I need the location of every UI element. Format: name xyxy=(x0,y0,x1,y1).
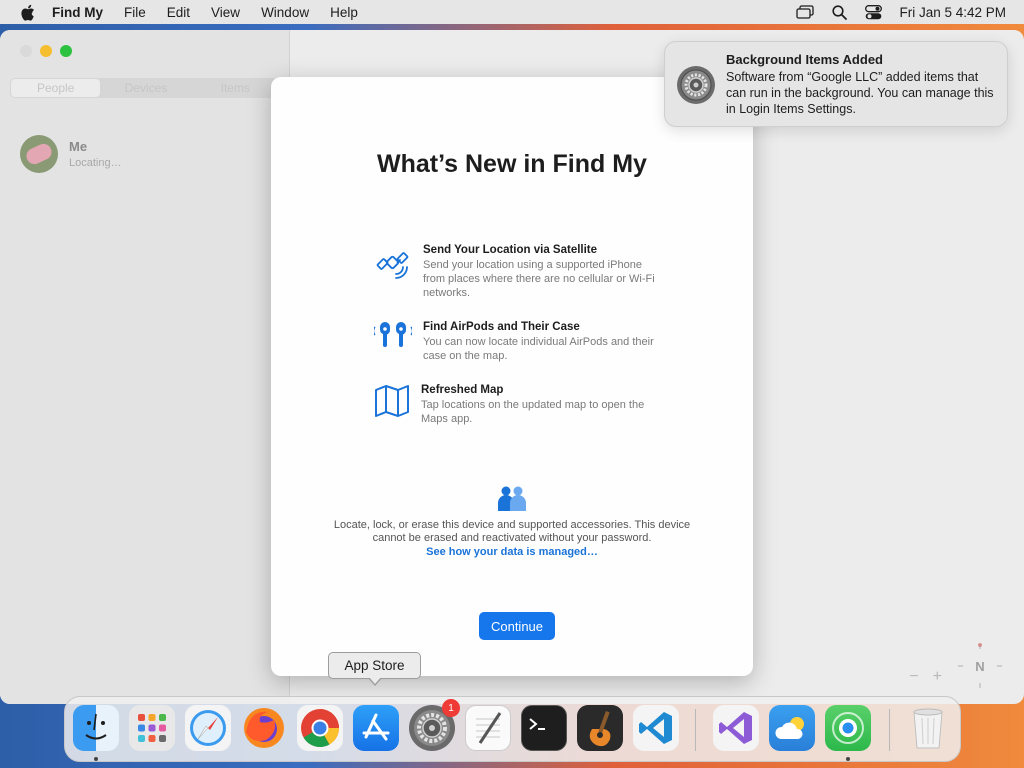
map-zoom-controls: − + xyxy=(909,668,942,686)
tooltip-pointer-fill xyxy=(369,677,381,684)
dock-vscode-icon[interactable] xyxy=(633,705,679,751)
dock-terminal-icon[interactable] xyxy=(521,705,567,751)
menu-app-name[interactable]: Find My xyxy=(52,5,103,20)
feature-description: Send your location using a supported iPh… xyxy=(423,259,655,299)
dock-visual-studio-icon[interactable] xyxy=(713,705,759,751)
menu-view[interactable]: View xyxy=(211,5,240,20)
continue-button[interactable]: Continue xyxy=(479,612,555,640)
feature-description: You can now locate individual AirPods an… xyxy=(423,336,654,362)
dock-textedit-icon[interactable] xyxy=(465,705,511,751)
list-item-me[interactable]: Me Locating… xyxy=(20,135,122,173)
dock-find-my-icon[interactable] xyxy=(825,705,871,751)
background-items-notification[interactable]: Background Items Added Software from “Go… xyxy=(664,41,1008,127)
map-icon xyxy=(374,384,410,424)
person-status: Locating… xyxy=(69,157,122,169)
sidebar: People Devices Items Me Locating… xyxy=(0,30,290,704)
tab-devices[interactable]: Devices xyxy=(101,78,190,98)
sidebar-segmented-control: People Devices Items xyxy=(10,78,280,98)
apple-menu-icon[interactable] xyxy=(19,4,36,21)
running-indicator xyxy=(846,757,850,761)
dock-system-settings-icon[interactable]: 1 xyxy=(409,699,460,751)
whats-new-dialog: What’s New in Find My Send Your Location… xyxy=(271,77,753,676)
minimize-button[interactable] xyxy=(40,45,52,57)
dock-app-store-icon[interactable] xyxy=(353,705,399,751)
spotlight-search-icon[interactable] xyxy=(829,4,849,20)
notification-title: Background Items Added xyxy=(726,52,883,67)
dock-separator xyxy=(695,709,696,751)
menu-edit[interactable]: Edit xyxy=(167,5,190,20)
screen-mirroring-icon[interactable] xyxy=(795,4,815,20)
satellite-icon xyxy=(374,244,412,284)
feature-description: Tap locations on the updated map to open… xyxy=(421,399,645,425)
zoom-in-button[interactable]: + xyxy=(933,668,942,686)
menu-window[interactable]: Window xyxy=(261,5,309,20)
feature-satellite: Send Your Location via Satellite Send yo… xyxy=(374,244,664,300)
dock-separator xyxy=(889,709,890,751)
compass-icon[interactable]: N xyxy=(956,642,1004,690)
dock-trash-icon[interactable] xyxy=(905,705,951,751)
avatar xyxy=(20,135,58,173)
dock-finder-icon[interactable] xyxy=(73,705,119,751)
window-controls xyxy=(20,45,72,57)
dock-tooltip: App Store xyxy=(328,652,421,679)
airpods-icon xyxy=(374,321,412,361)
feature-title: Send Your Location via Satellite xyxy=(423,244,598,256)
feature-map: Refreshed Map Tap locations on the updat… xyxy=(374,384,664,426)
tab-people[interactable]: People xyxy=(11,79,101,97)
dock-chrome-icon[interactable] xyxy=(297,705,343,751)
privacy-data-link[interactable]: See how your data is managed… xyxy=(271,546,753,558)
tab-items[interactable]: Items xyxy=(191,78,280,98)
menu-help[interactable]: Help xyxy=(330,5,358,20)
dock-garageband-icon[interactable] xyxy=(577,705,623,751)
privacy-text: Locate, lock, or erase this device and s… xyxy=(333,519,691,544)
control-center-icon[interactable] xyxy=(863,4,883,20)
compass-label: N xyxy=(975,658,985,674)
dock-firefox-icon[interactable] xyxy=(241,705,287,751)
menu-clock[interactable]: Fri Jan 5 4:42 PM xyxy=(899,5,1006,20)
person-name: Me xyxy=(69,139,88,154)
feature-title: Find AirPods and Their Case xyxy=(423,321,580,333)
notification-body: Software from “Google LLC” added items t… xyxy=(726,70,994,116)
dock: 1 xyxy=(64,696,961,762)
dock-safari-icon[interactable] xyxy=(185,705,231,751)
zoom-out-button[interactable]: − xyxy=(909,668,918,686)
system-settings-gear-icon xyxy=(677,66,715,104)
dock-weather-icon[interactable] xyxy=(769,705,815,751)
dialog-title: What’s New in Find My xyxy=(377,150,647,178)
menu-bar: Find My File Edit View Window Help Fri J… xyxy=(0,0,1024,24)
close-button[interactable] xyxy=(20,45,32,57)
dock-launchpad-icon[interactable] xyxy=(129,705,175,751)
feature-title: Refreshed Map xyxy=(421,384,504,396)
feature-airpods: Find AirPods and Their Case You can now … xyxy=(374,321,664,363)
running-indicator xyxy=(94,757,98,761)
menu-file[interactable]: File xyxy=(124,5,146,20)
notification-badge: 1 xyxy=(442,699,460,717)
zoom-button[interactable] xyxy=(60,45,72,57)
privacy-people-icon xyxy=(496,485,528,513)
privacy-section: Locate, lock, or erase this device and s… xyxy=(271,485,753,558)
